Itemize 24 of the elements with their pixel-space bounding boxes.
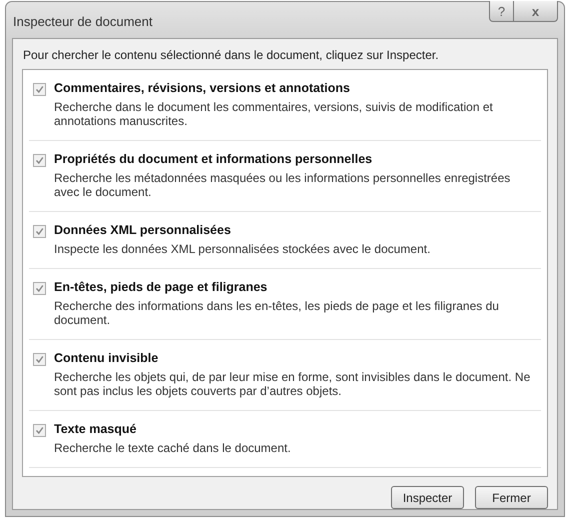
option-label: Commentaires, révisions, versions et annotations	[54, 81, 351, 96]
option-description: Recherche le texte caché dans le document.	[54, 441, 292, 455]
close-button[interactable]: x	[514, 1, 558, 22]
checkbox[interactable]	[33, 282, 46, 295]
option-description: Recherche dans le document les commentaires, versions, suivis de modification et annotations manuscrites.	[54, 100, 494, 128]
window-title: Inspecteur de document	[13, 14, 152, 29]
option-description: Recherche les métadonnées masquées ou les informations personnelles enregistrées avec le document.	[54, 171, 512, 199]
option-label: Contenu invisible	[54, 351, 160, 366]
option-label: Données XML personnalisées	[54, 223, 232, 238]
option-description: Inspecte les données XML personnalisées stockées avec le document.	[54, 242, 432, 256]
checkbox[interactable]	[33, 83, 46, 96]
option-label: Texte masqué	[54, 422, 138, 437]
instruction-text: Pour chercher le contenu sélectionné dans le document, cliquez sur Inspecter.	[23, 48, 440, 62]
close-dialog-button[interactable]: Fermer	[475, 486, 548, 509]
option-label: Propriétés du document et informations personnelles	[54, 152, 374, 167]
checkbox[interactable]	[33, 225, 46, 238]
option-description: Recherche les objets qui, de par leur mise en forme, sont invisibles dans le document. Ne sont pas inclus les objets couverts par d’autres objets.	[54, 370, 532, 398]
help-button[interactable]: ?	[489, 1, 514, 22]
checkbox[interactable]	[33, 154, 46, 167]
inspect-button[interactable]: Inspecter	[391, 486, 464, 509]
checkbox[interactable]	[33, 424, 46, 437]
option-description: Recherche des informations dans les en-têtes, les pieds de page et les filigranes du document.	[54, 299, 500, 327]
checkbox[interactable]	[33, 353, 46, 366]
option-label: En-têtes, pieds de page et filigranes	[54, 280, 268, 295]
